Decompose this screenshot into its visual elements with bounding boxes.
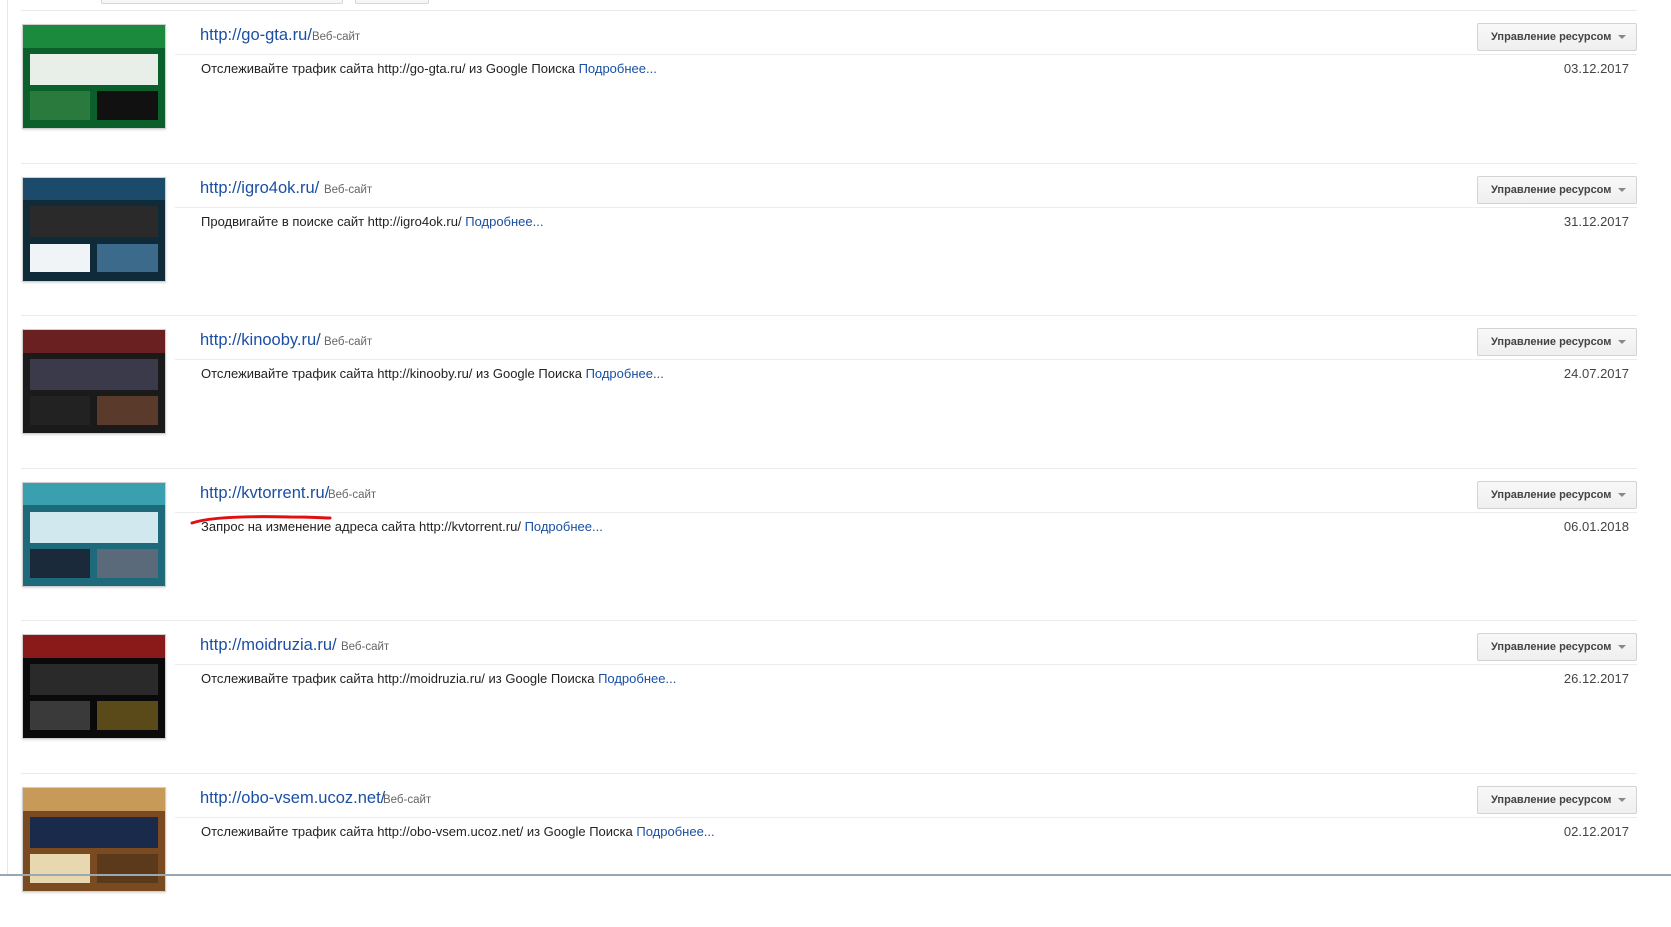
site-description-text: Отслеживайте трафик сайта http://moidruz… xyxy=(201,671,595,687)
site-date: 02.12.2017 xyxy=(1563,824,1629,839)
site-thumbnail[interactable] xyxy=(22,634,166,740)
site-url-link[interactable]: http://kvtorrent.ru/ xyxy=(200,484,329,503)
row-inner-divider xyxy=(175,359,1637,361)
site-url-link[interactable]: http://kinooby.ru/ xyxy=(200,331,321,350)
site-row: http://moidruzia.ru/Веб-сайт Отслеживайте… xyxy=(0,621,1671,774)
manage-resource-label: Управление ресурсом xyxy=(1491,336,1612,349)
row-inner-divider xyxy=(175,817,1637,818)
site-date: 06.01.2018 xyxy=(1563,518,1629,534)
site-description-text: Отслеживайте трафик сайта http://go-gta.… xyxy=(201,61,575,76)
chevron-down-icon xyxy=(1618,187,1626,192)
site-date: 26.12.2017 xyxy=(1563,671,1629,687)
site-thumbnail[interactable] xyxy=(22,24,166,129)
manage-resource-label: Управление ресурсом xyxy=(1491,31,1612,43)
manage-resource-label: Управление ресурсом xyxy=(1491,794,1612,806)
site-date: 31.12.2017 xyxy=(1563,213,1629,229)
site-row: http://go-gta.ru/Веб-сайт Отслеживайте тр… xyxy=(0,11,1671,164)
site-type-label: Веб-сайт xyxy=(324,336,373,349)
manage-resource-button[interactable]: Управление ресурсом xyxy=(1477,633,1637,662)
more-info-link[interactable]: Подробнее... xyxy=(636,824,714,839)
site-row: http://kvtorrent.ru/Веб-сайт Запрос на из… xyxy=(0,469,1671,622)
site-url-link[interactable]: http://moidruzia.ru/ xyxy=(200,636,337,655)
manage-resource-button[interactable]: Управление ресурсом xyxy=(1477,175,1637,204)
site-type-label: Веб-сайт xyxy=(324,183,373,196)
site-type-label: Веб-сайт xyxy=(312,31,361,43)
more-info-link[interactable]: Подробнее... xyxy=(598,671,676,686)
row-inner-divider xyxy=(175,511,1637,513)
site-description: Запрос на изменение адреса сайта http://… xyxy=(201,519,603,534)
site-description-text: Запрос на изменение адреса сайта http://… xyxy=(201,518,521,534)
row-inner-divider xyxy=(175,206,1637,208)
site-thumbnail[interactable] xyxy=(22,329,166,435)
manage-resource-button[interactable]: Управление ресурсом xyxy=(1477,786,1637,814)
manage-resource-button[interactable]: Управление ресурсом xyxy=(1477,23,1637,51)
site-date: 03.12.2017 xyxy=(1563,61,1629,76)
chevron-down-icon xyxy=(1618,798,1626,802)
site-description-text: Отслеживайте трафик сайта http://kinooby… xyxy=(201,366,582,382)
site-description: Отслеживайте трафик сайта http://go-gta.… xyxy=(201,61,657,76)
row-inner-divider xyxy=(175,54,1637,55)
site-description: Отслеживайте трафик сайта http://moidruz… xyxy=(201,671,676,686)
manage-resource-label: Управление ресурсом xyxy=(1491,641,1612,654)
site-description: Продвигайте в поиске сайт http://igro4ok… xyxy=(201,214,543,229)
more-info-link[interactable]: Подробнее... xyxy=(525,519,603,534)
chevron-down-icon xyxy=(1618,340,1626,345)
site-url-link[interactable]: http://obo-vsem.ucoz.net/ xyxy=(200,789,385,808)
row-inner-divider xyxy=(175,664,1637,666)
site-description-text: Продвигайте в поиске сайт http://igro4ok… xyxy=(201,213,462,229)
manage-resource-label: Управление ресурсом xyxy=(1491,183,1612,196)
site-description-text: Отслеживайте трафик сайта http://obo-vse… xyxy=(201,824,633,839)
more-info-link[interactable]: Подробнее... xyxy=(586,366,664,381)
site-date: 24.07.2017 xyxy=(1563,366,1629,382)
site-list: http://go-gta.ru/Веб-сайт Отслеживайте тр… xyxy=(0,0,1671,892)
chevron-down-icon xyxy=(1618,492,1626,497)
site-row: http://obo-vsem.ucoz.net/Веб-сайт Отслежи… xyxy=(0,774,1671,927)
site-row: http://kinooby.ru/Веб-сайт Отслеживайте т… xyxy=(0,316,1671,469)
site-type-label: Веб-сайт xyxy=(383,794,432,806)
more-info-link[interactable]: Подробнее... xyxy=(465,214,543,229)
site-url-link[interactable]: http://igro4ok.ru/ xyxy=(200,179,319,198)
site-row: http://igro4ok.ru/Веб-сайт Продвигайте в … xyxy=(0,164,1671,317)
site-description: Отслеживайте трафик сайта http://kinooby… xyxy=(201,366,664,381)
manage-resource-label: Управление ресурсом xyxy=(1491,488,1612,501)
chevron-down-icon xyxy=(1618,35,1626,39)
manage-resource-button[interactable]: Управление ресурсом xyxy=(1477,328,1637,357)
site-thumbnail[interactable] xyxy=(22,176,166,282)
chevron-down-icon xyxy=(1618,645,1626,650)
site-thumbnail[interactable] xyxy=(22,787,166,892)
site-url-link[interactable]: http://go-gta.ru/ xyxy=(200,26,312,45)
site-type-label: Веб-сайт xyxy=(328,488,377,501)
more-info-link[interactable]: Подробнее... xyxy=(579,61,657,76)
site-type-label: Веб-сайт xyxy=(341,641,390,654)
site-description: Отслеживайте трафик сайта http://obo-vse… xyxy=(201,824,715,839)
manage-resource-button[interactable]: Управление ресурсом xyxy=(1477,480,1637,509)
site-thumbnail[interactable] xyxy=(22,481,166,587)
